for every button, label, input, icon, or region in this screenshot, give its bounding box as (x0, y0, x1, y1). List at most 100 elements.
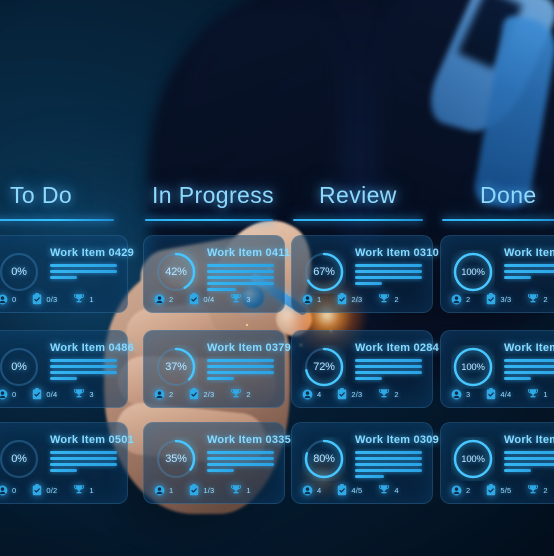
stat-members[interactable]: 0 (0, 389, 16, 400)
card-stats: 0 0/4 3 (0, 388, 94, 400)
stat-value-members: 1 (317, 294, 322, 304)
trophy-icon (527, 293, 539, 305)
stat-members[interactable]: 3 (451, 389, 470, 400)
work-item-card[interactable]: 80% Work Item 0309 4 4/5 4 (291, 422, 439, 504)
stat-awards[interactable]: 1 (73, 293, 94, 305)
stat-members[interactable]: 4 (302, 389, 321, 400)
card-text-lines (355, 359, 422, 380)
stat-checklist[interactable]: 5/5 (486, 484, 511, 496)
work-item-card[interactable]: 100% Work Item 015 2 5/5 2 (440, 422, 554, 504)
stat-members[interactable]: 0 (0, 294, 16, 305)
stat-members[interactable]: 2 (451, 294, 470, 305)
stat-members[interactable]: 2 (154, 389, 173, 400)
clipboard-check-icon (337, 484, 347, 496)
trophy-icon (73, 484, 85, 496)
column-title-done: Done (480, 182, 537, 208)
stat-awards[interactable]: 3 (230, 293, 251, 305)
stat-value-awards: 3 (246, 294, 251, 304)
card-content: Work Item 0309 (355, 433, 439, 478)
stat-value-checklist: 0/3 (46, 294, 58, 304)
card-text-line (50, 359, 117, 362)
stat-members[interactable]: 1 (154, 485, 173, 496)
card-content: Work Item 0335 (207, 433, 291, 472)
stat-value-checklist: 2/3 (351, 389, 363, 399)
stat-checklist[interactable]: 1/3 (189, 484, 214, 496)
stat-members[interactable]: 1 (302, 294, 321, 305)
stat-checklist[interactable]: 0/3 (32, 293, 57, 305)
card-text-line (207, 463, 274, 466)
work-item-card[interactable]: 0% Work Item 0501 0 0/2 1 (0, 422, 134, 504)
stat-checklist[interactable]: 0/4 (189, 293, 214, 305)
stat-awards[interactable]: 2 (527, 293, 548, 305)
stat-checklist[interactable]: 2/3 (337, 388, 362, 400)
person-icon (0, 294, 8, 305)
card-text-lines (50, 451, 117, 472)
stat-awards[interactable]: 1 (230, 484, 251, 496)
stat-value-members: 0 (12, 389, 17, 399)
work-item-card[interactable]: 0% Work Item 0429 0 0/3 1 (0, 235, 135, 313)
work-item-card[interactable]: 100% Work Item 021 2 3/3 2 (440, 235, 554, 313)
card-text-line (207, 288, 237, 291)
card-text-line (207, 365, 274, 368)
card-text-lines (50, 264, 117, 279)
person-icon (302, 485, 313, 496)
progress-value: 100% (461, 361, 485, 373)
clipboard-check-icon (486, 293, 496, 305)
clipboard-check-icon (189, 484, 199, 496)
card-text-line (207, 359, 274, 362)
stat-value-checklist: 5/5 (500, 485, 512, 495)
card-text-line (50, 457, 117, 460)
card-stats: 4 2/3 2 (302, 388, 399, 400)
stat-awards[interactable]: 2 (527, 484, 548, 496)
stat-members[interactable]: 2 (451, 485, 470, 496)
clipboard-check-icon (337, 293, 347, 305)
card-text-line (207, 270, 274, 273)
card-title: Work Item 0429 (50, 247, 135, 259)
card-text-line (207, 451, 274, 454)
stat-checklist[interactable]: 0/2 (32, 484, 57, 496)
stat-awards[interactable]: 2 (378, 293, 399, 305)
clipboard-check-icon (32, 484, 42, 496)
stat-value-awards: 3 (89, 389, 94, 399)
card-text-line (50, 276, 77, 279)
stat-members[interactable]: 0 (0, 485, 16, 496)
work-item-card[interactable]: 37% Work Item 0379 2 2/3 2 (143, 330, 291, 408)
progress-ring: 0% (0, 250, 41, 294)
stat-checklist[interactable]: 2/3 (337, 293, 362, 305)
stat-value-awards: 1 (246, 485, 251, 495)
stat-awards[interactable]: 2 (378, 388, 399, 400)
stat-checklist[interactable]: 3/3 (486, 293, 511, 305)
stat-awards[interactable]: 1 (73, 484, 94, 496)
card-content: Work Item 0411 (207, 246, 290, 291)
trophy-icon (230, 293, 242, 305)
stat-checklist[interactable]: 2/3 (189, 388, 214, 400)
work-item-card[interactable]: 35% Work Item 0335 1 1/3 1 (143, 422, 291, 504)
work-item-card[interactable]: 0% Work Item 0486 0 0/4 3 (0, 330, 135, 408)
stat-checklist[interactable]: 0/4 (32, 388, 57, 400)
card-text-line (504, 469, 531, 472)
stat-awards[interactable]: 2 (230, 388, 251, 400)
stat-checklist[interactable]: 4/5 (337, 484, 362, 496)
stat-awards[interactable]: 3 (73, 388, 94, 400)
work-item-card[interactable]: 67% Work Item 0310 1 2/3 2 (291, 235, 439, 313)
card-title: Work Item 0486 (50, 342, 135, 354)
stat-awards[interactable]: 1 (527, 388, 548, 400)
work-item-card[interactable]: 72% Work Item 0284 4 2/3 2 (291, 330, 439, 408)
stat-members[interactable]: 2 (154, 294, 173, 305)
person-icon (451, 485, 462, 496)
work-item-card[interactable]: 100% Work Item 022 3 4/4 1 (440, 330, 554, 408)
card-stats: 0 0/2 1 (0, 484, 94, 496)
card-content: Work Item 0429 (50, 246, 135, 279)
work-item-card[interactable]: 42% Work Item 0411 2 0/4 3 (143, 235, 290, 313)
progress-ring: 72% (302, 345, 346, 389)
card-stats: 4 4/5 4 (302, 484, 399, 496)
card-stats: 2 0/4 3 (154, 293, 251, 305)
stat-awards[interactable]: 4 (378, 484, 399, 496)
card-content: Work Item 0379 (207, 341, 291, 380)
card-text-line (207, 457, 274, 460)
stat-members[interactable]: 4 (302, 485, 321, 496)
card-stats: 3 4/4 1 (451, 388, 548, 400)
stat-checklist[interactable]: 4/4 (486, 388, 511, 400)
person-icon (154, 389, 165, 400)
stat-value-members: 2 (169, 389, 174, 399)
